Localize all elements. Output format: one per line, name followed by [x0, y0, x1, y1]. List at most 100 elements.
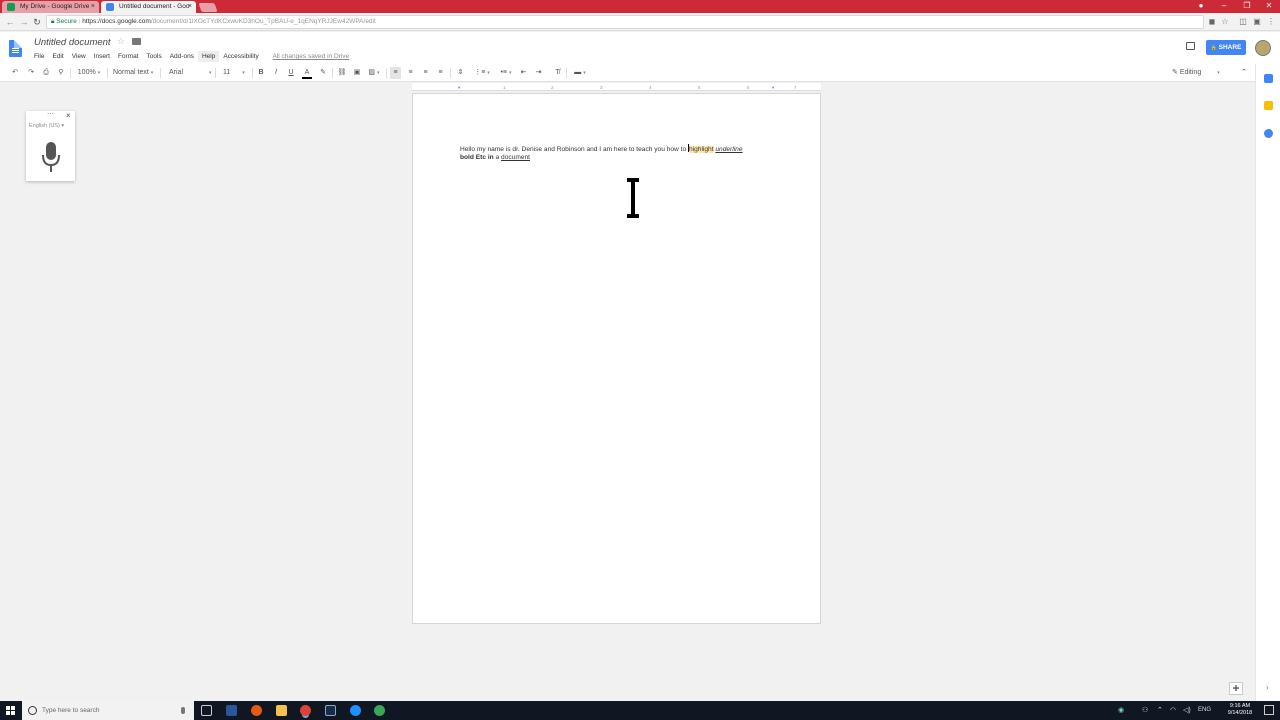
camtasia-icon[interactable]	[325, 705, 336, 716]
chrome-icon[interactable]	[300, 705, 311, 716]
editing-mode-select[interactable]: ✎ Editing ▾	[1172, 67, 1232, 79]
microphone-icon[interactable]	[40, 141, 62, 175]
camera-extension-icon[interactable]: ◼	[1207, 17, 1217, 27]
expand-side-panel-icon[interactable]: ›	[1266, 683, 1269, 692]
extension-icon[interactable]: ▣	[1252, 17, 1262, 27]
style-select[interactable]: Normal text ▾	[110, 67, 158, 79]
tab-untitled-document[interactable]: Untitled document - Goo ×	[101, 1, 196, 13]
voice-language-select[interactable]: English (US) ▾	[29, 123, 64, 129]
menu-insert[interactable]: Insert	[90, 51, 114, 62]
collapse-menu-icon[interactable]: ⌃	[1239, 67, 1249, 79]
paint-format-button[interactable]: ⚲	[56, 67, 66, 79]
redo-button[interactable]: ↷	[26, 67, 36, 79]
windows-start-icon[interactable]	[6, 706, 15, 715]
keep-icon[interactable]	[1264, 101, 1273, 110]
menu-accessibility[interactable]: Accessibility	[219, 51, 262, 62]
menu-file[interactable]: File	[30, 51, 48, 62]
zoom-select[interactable]: 100% ▾	[74, 67, 104, 79]
calendar-icon[interactable]	[1264, 74, 1273, 83]
reload-button[interactable]: ↻	[31, 16, 43, 28]
chrome-menu-icon[interactable]: ⋮	[1266, 17, 1276, 27]
menu-add-ons[interactable]: Add-ons	[166, 51, 198, 62]
drag-handle-icon[interactable]: ⋯	[47, 110, 54, 118]
volume-icon[interactable]: ◁)	[1183, 705, 1191, 716]
file-explorer-icon[interactable]	[276, 705, 287, 716]
star-icon[interactable]: ☆	[117, 36, 125, 47]
edge-icon[interactable]	[350, 705, 361, 716]
highlight-color-icon[interactable]: ✎	[318, 67, 328, 79]
insert-comment-icon[interactable]: ▣	[352, 67, 362, 79]
font-select[interactable]: Arial ▾	[166, 67, 212, 79]
forward-button[interactable]: →	[18, 16, 30, 28]
language-indicator[interactable]: ENG	[1198, 705, 1211, 716]
bold-button[interactable]: B	[256, 67, 266, 79]
docs-logo-icon[interactable]	[9, 40, 22, 57]
input-tools-icon[interactable]: ▬ ▾	[570, 67, 590, 79]
back-button[interactable]: ←	[4, 16, 16, 28]
taskbar-search-input[interactable]: Type here to search	[22, 701, 194, 720]
chrome-canary-icon[interactable]	[374, 705, 385, 716]
italic-button[interactable]: I	[271, 67, 281, 79]
comments-icon[interactable]	[1186, 42, 1195, 50]
task-view-icon[interactable]	[201, 705, 212, 716]
taskbar-clock[interactable]: 9:16 AM 9/14/2018	[1220, 703, 1260, 717]
bulleted-list-icon[interactable]: •≡ ▾	[496, 67, 516, 79]
network-globe-icon[interactable]: ◉	[1118, 705, 1124, 716]
align-justify-icon[interactable]: ≡	[435, 67, 446, 79]
minimize-button[interactable]: –	[1213, 0, 1235, 13]
bookmark-star-icon[interactable]: ☆	[1220, 17, 1230, 27]
font-size-select[interactable]: 11 ▾	[220, 67, 250, 79]
undo-button[interactable]: ↶	[10, 67, 20, 79]
menu-help[interactable]: Help	[197, 51, 220, 62]
menu-format[interactable]: Format	[114, 51, 143, 62]
align-left-icon[interactable]: ≡	[390, 67, 401, 79]
firefox-icon[interactable]	[251, 705, 262, 716]
underline-button[interactable]: U	[286, 67, 296, 79]
explore-button[interactable]: ✚	[1229, 682, 1243, 695]
voice-language-value: English (US)	[29, 123, 60, 129]
document-title[interactable]: Untitled document	[34, 37, 111, 48]
windows-taskbar: Type here to search ◉ ⚇ ⌃ ◠ ◁) ENG 9:16 …	[0, 701, 1280, 720]
decrease-indent-icon[interactable]: ⇤	[518, 67, 529, 79]
pencil-icon: ✎	[1172, 69, 1180, 76]
people-icon[interactable]: ⚇	[1142, 705, 1148, 716]
avatar[interactable]	[1255, 40, 1271, 56]
close-icon[interactable]: ×	[66, 111, 71, 120]
word-icon[interactable]	[226, 705, 237, 716]
align-center-icon[interactable]: ≡	[405, 67, 416, 79]
document-paragraph[interactable]: bold Etc in a document	[460, 154, 530, 161]
url-input[interactable]: 🔒︎ Secure | https://docs.google.com/docu…	[46, 15, 1204, 29]
folder-icon[interactable]	[132, 38, 141, 45]
align-right-icon[interactable]: ≡	[420, 67, 431, 79]
right-indent-marker[interactable]: ▾	[772, 85, 774, 91]
share-button[interactable]: 🔒 SHARE	[1206, 40, 1246, 55]
close-window-button[interactable]: ✕	[1258, 0, 1280, 13]
numbered-list-icon[interactable]: ⋮≡ ▾	[472, 67, 492, 79]
document-page[interactable]: Hello my name is dr. Denise and Robinson…	[412, 93, 821, 624]
line-spacing-icon[interactable]: ⇕	[455, 67, 466, 79]
clear-formatting-icon[interactable]: T̸	[552, 67, 563, 79]
save-status[interactable]: All changes saved in Drive	[273, 51, 350, 62]
extension-icon[interactable]: ◫	[1238, 17, 1248, 27]
insert-link-icon[interactable]: ⛓	[337, 67, 347, 79]
text-color-button[interactable]: A	[302, 67, 312, 79]
profile-icon[interactable]: ●	[1190, 0, 1212, 13]
tab-close-icon[interactable]: ×	[188, 1, 192, 13]
left-indent-marker[interactable]: ▾	[458, 85, 460, 91]
menu-view[interactable]: View	[68, 51, 90, 62]
action-center-icon[interactable]	[1264, 705, 1274, 715]
ruler[interactable]: ▾ 1 2 3 4 5 6 7 ▾	[412, 83, 821, 91]
tasks-icon[interactable]	[1264, 129, 1273, 138]
tray-expand-icon[interactable]: ⌃	[1157, 705, 1163, 716]
document-paragraph[interactable]: Hello my name is dr. Denise and Robinson…	[460, 144, 743, 153]
maximize-button[interactable]: ❐	[1236, 0, 1258, 13]
tab-my-drive[interactable]: My Drive - Google Drive ×	[2, 1, 99, 13]
wifi-icon[interactable]: ◠	[1170, 705, 1176, 716]
insert-image-icon[interactable]: ▨ ▾	[367, 67, 381, 79]
menu-edit[interactable]: Edit	[48, 51, 67, 62]
increase-indent-icon[interactable]: ⇥	[533, 67, 544, 79]
new-tab-button[interactable]	[198, 3, 218, 12]
menu-tools[interactable]: Tools	[143, 51, 166, 62]
print-button[interactable]: ⎙	[41, 67, 51, 79]
tab-close-icon[interactable]: ×	[91, 1, 95, 13]
